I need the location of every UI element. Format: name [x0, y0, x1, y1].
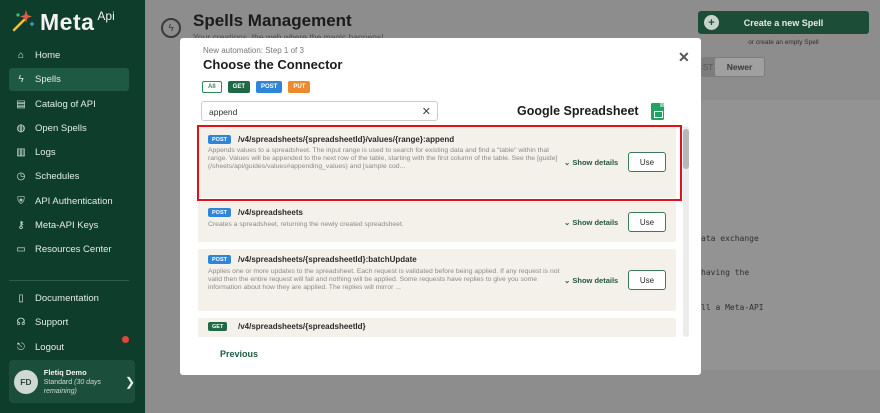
- chevron-right-icon: ❯: [124, 374, 135, 389]
- list-item: GET /v4/spreadsheets/{spreadsheetId}: [198, 318, 676, 337]
- notification-bell-icon[interactable]: [122, 336, 129, 343]
- endpoint-path: /v4/spreadsheets/{spreadsheetId}:batchUp…: [238, 255, 417, 264]
- endpoint-path: /v4/spreadsheets: [238, 208, 303, 217]
- clock-icon: ◷: [16, 171, 26, 183]
- sidebar-item-label: Catalog of API: [35, 98, 96, 110]
- show-details-link[interactable]: ⌄ Show details: [564, 276, 618, 285]
- logo-sparkle-icon: [12, 10, 35, 32]
- show-details-link[interactable]: ⌄ Show details: [564, 218, 618, 227]
- logo[interactable]: Meta Api: [10, 8, 115, 36]
- sidebar-nav: ⌂ Home ϟ Spells ▤ Catalog of API ◍ Open …: [9, 44, 129, 263]
- code-text: having the: [701, 268, 750, 277]
- sidebar-item-label: Support: [35, 317, 69, 329]
- shield-icon: ⛨: [17, 195, 25, 207]
- user-card[interactable]: FD Fletiq Demo Standard (30 days remaini…: [9, 360, 135, 403]
- sidebar-item-logout[interactable]: ⎋ Logout: [9, 336, 129, 359]
- method-badge: POST: [208, 208, 231, 217]
- endpoint-path: /v4/spreadsheets/{spreadsheetId}: [238, 322, 366, 331]
- sidebar-item-home[interactable]: ⌂ Home: [9, 44, 129, 67]
- modal-title: Choose the Connector: [203, 57, 343, 72]
- plus-icon: +: [704, 15, 719, 30]
- sort-option-newer[interactable]: Newer: [715, 58, 764, 76]
- catalog-icon: ▤: [16, 98, 26, 110]
- sidebar-item-label: API Authentication: [35, 195, 113, 207]
- globe-icon: ◍: [16, 122, 26, 134]
- filter-get[interactable]: GET: [227, 81, 251, 93]
- search-input[interactable]: append ✕: [201, 101, 438, 121]
- use-button[interactable]: Use: [628, 212, 666, 232]
- sidebar-item-meta-api-keys[interactable]: ⚷ Meta-API Keys: [9, 214, 129, 237]
- sidebar-item-label: Documentation: [35, 293, 99, 304]
- logo-sup: Api: [97, 9, 115, 23]
- sidebar-divider: [9, 280, 129, 281]
- avatar: FD: [14, 369, 38, 394]
- create-empty-spell-link[interactable]: or create an empty Spell: [698, 39, 869, 46]
- clear-icon[interactable]: ✕: [422, 105, 431, 118]
- list-scrollbar[interactable]: [683, 126, 689, 337]
- sidebar-item-support[interactable]: ☊ Support: [9, 311, 129, 334]
- scroll-thumb[interactable]: [683, 129, 689, 169]
- logo-text: Meta: [40, 9, 95, 35]
- method-filters: All GET POST PUT: [202, 81, 316, 93]
- method-badge: GET: [208, 322, 228, 331]
- user-name: Fletiq Demo: [43, 367, 87, 377]
- sidebar-item-schedules[interactable]: ◷ Schedules: [9, 165, 129, 188]
- sidebar-item-resources-center[interactable]: ▭ Resources Center: [9, 238, 129, 261]
- sidebar-item-label: Home: [35, 50, 61, 61]
- sidebar-bottom-nav: ▯ Documentation ☊ Support ⎋ Logout: [9, 287, 129, 360]
- endpoint-description: Applies one or more updates to the sprea…: [208, 268, 560, 292]
- sidebar-item-documentation[interactable]: ▯ Documentation: [9, 287, 129, 310]
- connector-modal: New automation: Step 1 of 3 Choose the C…: [180, 38, 701, 375]
- key-icon: ⚷: [17, 220, 25, 232]
- logout-icon: ⎋: [17, 341, 25, 353]
- sidebar-item-catalog[interactable]: ▤ Catalog of API: [9, 93, 129, 116]
- previous-button[interactable]: Previous: [220, 349, 258, 359]
- google-sheets-icon: [651, 103, 664, 120]
- resources-icon: ▭: [16, 244, 26, 256]
- sort-toggle: ST Newer: [701, 57, 765, 77]
- connector-title: Google Spreadsheet: [517, 104, 639, 118]
- sidebar-item-label: Logout: [35, 341, 65, 353]
- close-icon[interactable]: ✕: [678, 49, 690, 66]
- home-icon: ⌂: [17, 50, 25, 61]
- filter-post[interactable]: POST: [256, 81, 283, 93]
- sidebar-item-open-spells[interactable]: ◍ Open Spells: [9, 117, 129, 140]
- code-text: ll a Meta-API: [701, 303, 764, 312]
- method-badge: POST: [208, 255, 231, 264]
- sidebar-item-label: Resources Center: [35, 244, 112, 256]
- bolt-icon: ϟ: [161, 18, 181, 38]
- highlight-box: [197, 125, 682, 201]
- headset-icon: ☊: [16, 317, 26, 329]
- page-title: Spells Management: [193, 11, 352, 30]
- search-value: append: [209, 107, 238, 117]
- sidebar-item-label: Meta-API Keys: [35, 220, 99, 232]
- book-icon: ▯: [18, 293, 24, 304]
- bolt-icon: ϟ: [18, 74, 24, 86]
- use-button[interactable]: Use: [628, 270, 666, 290]
- sidebar: Meta Api ⌂ Home ϟ Spells ▤ Catalog of AP…: [0, 0, 145, 413]
- logs-icon: ▥: [16, 147, 26, 159]
- create-spell-button[interactable]: + Create a new Spell: [698, 11, 869, 34]
- user-plan: Standard (30 days remaining): [43, 378, 101, 395]
- sidebar-item-label: Spells: [35, 74, 61, 86]
- sidebar-item-label: Schedules: [35, 171, 80, 183]
- list-item: POST /v4/spreadsheets Creates a spreadsh…: [198, 202, 676, 242]
- code-text: ata exchange: [701, 234, 759, 243]
- sort-option-oldest[interactable]: ST: [701, 63, 715, 72]
- modal-step: New automation: Step 1 of 3: [203, 46, 304, 55]
- sidebar-item-label: Logs: [35, 147, 56, 159]
- filter-put[interactable]: PUT: [288, 81, 311, 93]
- sidebar-item-label: Open Spells: [35, 122, 87, 134]
- sidebar-item-api-authentication[interactable]: ⛨ API Authentication: [9, 190, 129, 213]
- sidebar-item-spells[interactable]: ϟ Spells: [9, 68, 129, 92]
- list-item: POST /v4/spreadsheets/{spreadsheetId}:ba…: [198, 249, 676, 311]
- sidebar-item-logs[interactable]: ▥ Logs: [9, 141, 129, 164]
- filter-all[interactable]: All: [202, 81, 222, 93]
- endpoint-description: Creates a spreadsheet, returning the new…: [208, 221, 404, 228]
